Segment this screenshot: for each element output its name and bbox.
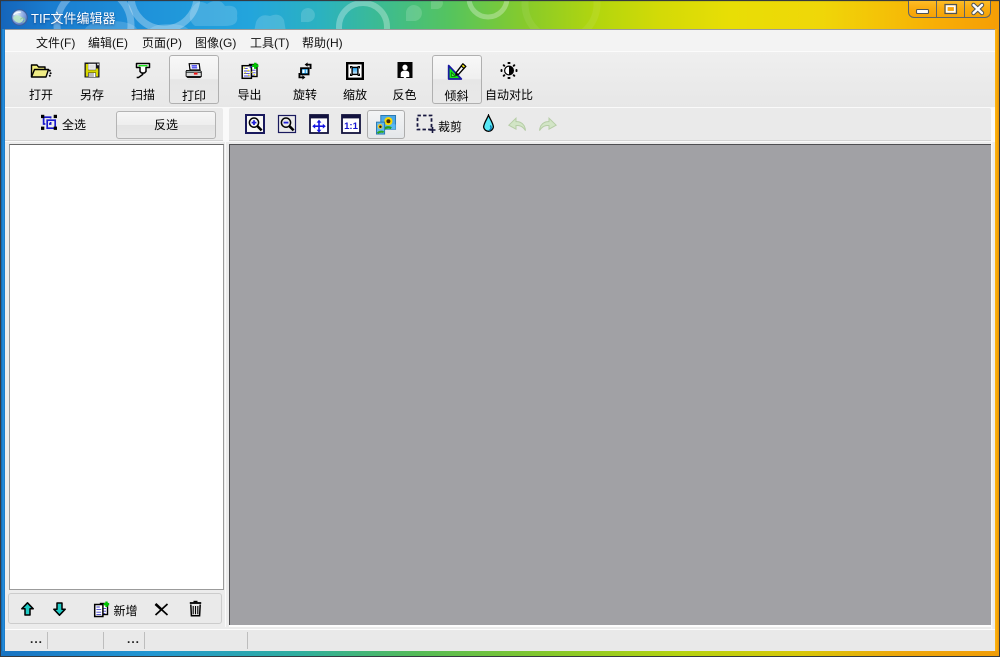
- svg-text:1:1: 1:1: [344, 121, 359, 132]
